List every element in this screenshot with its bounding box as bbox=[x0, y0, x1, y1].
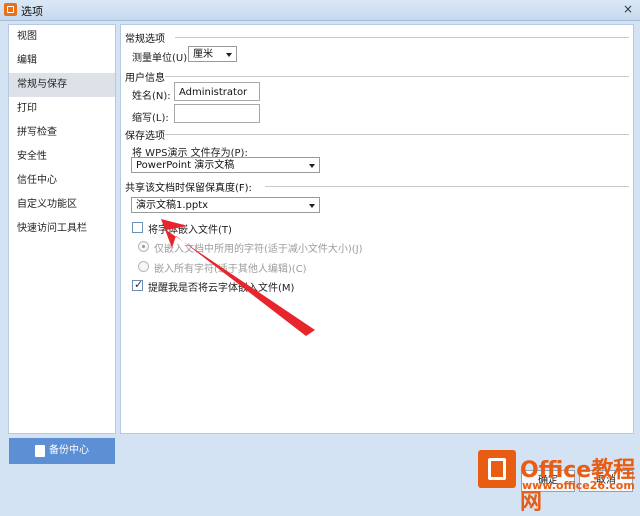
close-button[interactable]: × bbox=[620, 2, 636, 17]
sidebar-item-quick-access[interactable]: 快速访问工具栏 bbox=[9, 217, 115, 241]
backup-icon bbox=[35, 445, 45, 457]
chevron-down-icon bbox=[309, 164, 315, 168]
name-label: 姓名(N): bbox=[132, 91, 171, 102]
options-sidebar: 视图 编辑 常规与保存 打印 拼写检查 安全性 信任中心 自定义功能区 快速访问… bbox=[8, 24, 116, 434]
sidebar-item-general-save[interactable]: 常规与保存 bbox=[9, 73, 115, 97]
measurement-unit-select[interactable]: 厘米 bbox=[188, 46, 237, 62]
checkmark-icon: ✓ bbox=[134, 278, 144, 291]
title-bar: 选项 × bbox=[0, 0, 640, 21]
office-logo-icon bbox=[478, 450, 516, 488]
section-divider bbox=[265, 186, 629, 187]
window-title: 选项 bbox=[21, 5, 43, 18]
options-content: 常规选项 测量单位(U): 厘米 用户信息 姓名(N): Administrat… bbox=[120, 24, 634, 434]
embed-all-label: 嵌入所有字符(适于其他人编辑)(C) bbox=[154, 264, 307, 275]
sidebar-item-print[interactable]: 打印 bbox=[9, 97, 115, 121]
save-as-value: PowerPoint 演示文稿 bbox=[136, 160, 235, 171]
backup-center-label: 备份中心 bbox=[49, 445, 89, 456]
save-as-select[interactable]: PowerPoint 演示文稿 bbox=[131, 157, 320, 173]
sidebar-item-trust-center[interactable]: 信任中心 bbox=[9, 169, 115, 193]
section-divider bbox=[165, 76, 629, 77]
radio-selected-dot bbox=[142, 245, 145, 248]
embed-all-radio[interactable] bbox=[138, 261, 149, 272]
fidelity-document-value: 演示文稿1.pptx bbox=[136, 200, 209, 211]
sidebar-item-edit[interactable]: 编辑 bbox=[9, 49, 115, 73]
section-divider bbox=[165, 134, 629, 135]
watermark-url: www.office26.com bbox=[522, 479, 635, 492]
initials-label: 缩写(L): bbox=[132, 113, 169, 124]
sidebar-item-view[interactable]: 视图 bbox=[9, 25, 115, 49]
embed-used-label: 仅嵌入文档中所用的字符(适于减小文件大小)(J) bbox=[154, 244, 363, 255]
sidebar-item-customize-ribbon[interactable]: 自定义功能区 bbox=[9, 193, 115, 217]
chevron-down-icon bbox=[226, 53, 232, 57]
remind-cloud-fonts-label: 提醒我是否将云字体嵌入文件(M) bbox=[148, 283, 295, 294]
app-icon bbox=[4, 3, 17, 16]
user-section-title: 用户信息 bbox=[125, 73, 165, 84]
measurement-unit-label: 测量单位(U): bbox=[132, 53, 191, 64]
sidebar-item-security[interactable]: 安全性 bbox=[9, 145, 115, 169]
fidelity-document-select[interactable]: 演示文稿1.pptx bbox=[131, 197, 320, 213]
backup-center-button[interactable]: 备份中心 bbox=[9, 438, 115, 464]
embed-fonts-checkbox[interactable] bbox=[132, 222, 143, 233]
fidelity-section-title: 共享该文档时保留保真度(F): bbox=[125, 183, 252, 194]
initials-input[interactable] bbox=[174, 104, 260, 123]
sidebar-item-spelling[interactable]: 拼写检查 bbox=[9, 121, 115, 145]
embed-fonts-label: 将字体嵌入文件(T) bbox=[148, 225, 232, 236]
section-divider bbox=[175, 37, 629, 38]
embed-used-radio[interactable] bbox=[138, 241, 149, 252]
general-section-title: 常规选项 bbox=[125, 34, 165, 45]
chevron-down-icon bbox=[309, 204, 315, 208]
remind-cloud-fonts-checkbox[interactable]: ✓ bbox=[132, 278, 144, 291]
measurement-unit-value: 厘米 bbox=[193, 49, 213, 60]
watermark: Office教程网 www.office26.com bbox=[478, 446, 638, 515]
name-input[interactable]: Administrator bbox=[174, 82, 260, 101]
save-section-title: 保存选项 bbox=[125, 131, 165, 142]
